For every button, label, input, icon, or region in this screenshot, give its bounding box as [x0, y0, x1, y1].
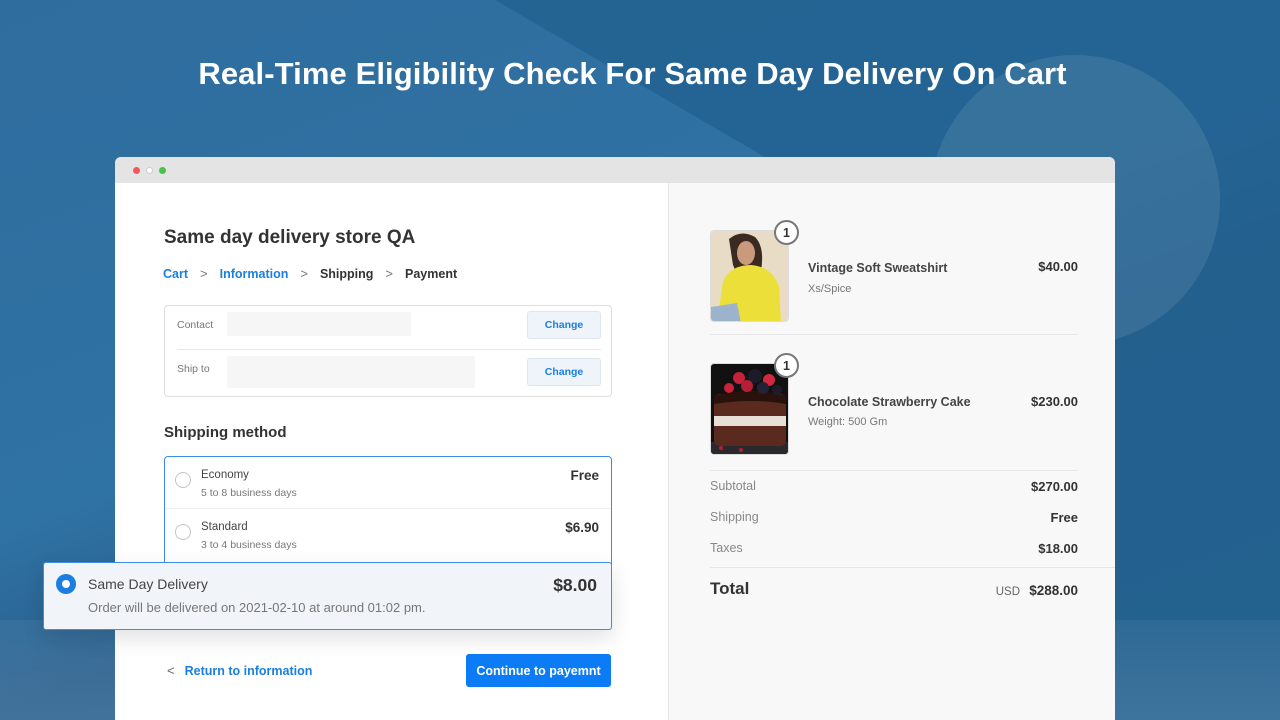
chevron-right-icon: > — [385, 266, 394, 281]
subtotal-row: Subtotal $270.00 — [710, 479, 1078, 499]
radio-unchecked-icon[interactable] — [175, 524, 191, 540]
chevron-left-icon: < — [167, 663, 175, 678]
shipping-option-name: Standard — [201, 521, 248, 533]
item-price: $40.00 — [1038, 259, 1078, 274]
subtotal-label: Subtotal — [710, 479, 756, 493]
chevron-right-icon: > — [200, 266, 208, 281]
cart-item: 1 Chocolate Strawberry Cake Weight: 500 … — [710, 338, 1078, 471]
shipping-option-name: Economy — [201, 469, 249, 481]
contact-row: Contact Change — [177, 306, 601, 350]
continue-to-payment-button[interactable]: Continue to payemnt — [466, 654, 611, 687]
quantity-badge: 1 — [774, 220, 799, 245]
taxes-label: Taxes — [710, 541, 743, 555]
totals-divider — [710, 567, 1115, 568]
window-titlebar — [115, 157, 1115, 183]
change-ship-to-button[interactable]: Change — [527, 358, 601, 386]
ship-to-label: Ship to — [177, 363, 210, 375]
radio-checked-icon[interactable] — [56, 574, 76, 594]
item-variant: Xs/Spice — [808, 283, 852, 295]
subtotal-value: $270.00 — [1031, 479, 1078, 494]
ship-to-value-redacted — [227, 356, 475, 388]
return-link-label: Return to information — [184, 663, 313, 678]
minimize-dot-icon[interactable] — [146, 166, 153, 174]
cart-item: 1 Vintage Soft Sweatshirt Xs/Spice $40.0… — [710, 205, 1078, 335]
shipping-row: Shipping Free — [710, 510, 1078, 530]
total-value: $288.00 — [1029, 583, 1078, 598]
breadcrumb-shipping: Shipping — [319, 266, 374, 281]
breadcrumb-payment: Payment — [405, 266, 458, 281]
shipping-option-price: Free — [570, 468, 599, 483]
breadcrumb-information[interactable]: Information — [220, 267, 289, 281]
browser-window: Same day delivery store QA Cart > Inform… — [115, 157, 1115, 720]
change-contact-button[interactable]: Change — [527, 311, 601, 339]
customer-info-box: Contact Change Ship to Change — [164, 305, 612, 397]
shipping-option-same-day[interactable]: Same Day Delivery Order will be delivere… — [43, 562, 612, 630]
taxes-value: $18.00 — [1038, 541, 1078, 556]
shipping-option-price: $8.00 — [553, 575, 597, 595]
radio-unchecked-icon[interactable] — [175, 472, 191, 488]
order-summary-panel: 1 Vintage Soft Sweatshirt Xs/Spice $40.0… — [668, 183, 1115, 720]
shipping-option-description: 5 to 8 business days — [201, 487, 297, 499]
shipping-option-name: Same Day Delivery — [88, 576, 208, 592]
shipping-option-standard[interactable]: Standard 3 to 4 business days $6.90 — [165, 509, 611, 561]
shipping-value: Free — [1050, 510, 1078, 525]
contact-label: Contact — [177, 319, 214, 331]
cake-photo-icon — [711, 364, 788, 454]
ship-to-row: Ship to Change — [177, 350, 601, 396]
headline: Real-Time Eligibility Check For Same Day… — [198, 56, 1067, 91]
quantity-badge: 1 — [774, 353, 799, 378]
maximize-dot-icon[interactable] — [159, 166, 166, 174]
sweatshirt-photo-icon — [711, 231, 788, 321]
breadcrumb-cart[interactable]: Cart — [163, 267, 188, 281]
checkout-panel: Same day delivery store QA Cart > Inform… — [115, 183, 668, 720]
total-currency: USD — [995, 586, 1020, 598]
product-image-cake — [710, 363, 789, 455]
item-price: $230.00 — [1031, 394, 1078, 409]
chevron-right-icon: > — [300, 266, 308, 281]
breadcrumb: Cart > Information > Shipping > Payment — [163, 266, 457, 281]
delivery-estimate: Order will be delivered on 2021-02-10 at… — [88, 600, 426, 615]
shipping-method-title: Shipping method — [164, 424, 287, 441]
total-label: Total — [710, 579, 750, 598]
shipping-methods-list: Economy 5 to 8 business days Free Standa… — [164, 456, 612, 568]
item-name: Chocolate Strawberry Cake — [808, 395, 971, 409]
contact-value-redacted — [227, 312, 411, 336]
store-title: Same day delivery store QA — [164, 227, 416, 248]
return-to-information-link[interactable]: < Return to information — [167, 663, 312, 678]
shipping-option-economy[interactable]: Economy 5 to 8 business days Free — [165, 457, 611, 509]
item-name: Vintage Soft Sweatshirt — [808, 261, 948, 275]
taxes-row: Taxes $18.00 — [710, 541, 1078, 561]
shipping-option-price: $6.90 — [565, 520, 599, 535]
product-image-sweatshirt — [710, 230, 789, 322]
shipping-option-description: 3 to 4 business days — [201, 539, 297, 551]
shipping-label: Shipping — [710, 510, 759, 524]
close-dot-icon[interactable] — [133, 166, 140, 174]
item-variant: Weight: 500 Gm — [808, 416, 888, 428]
